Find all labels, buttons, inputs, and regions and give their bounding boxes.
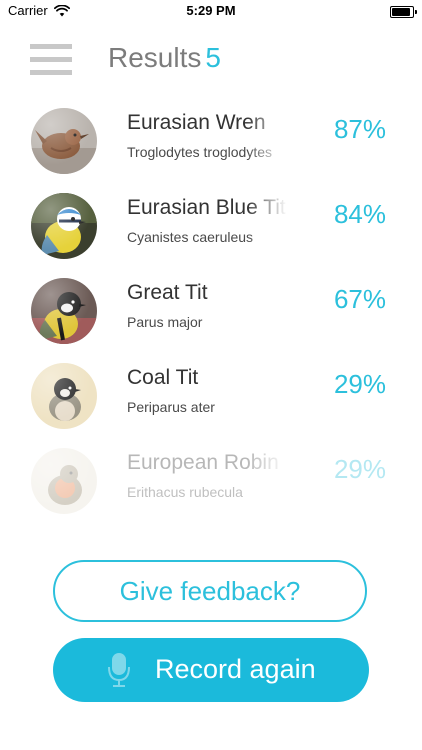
result-row-eurasian-wren[interactable]: Eurasian Wren Troglodytes troglodytes 87… bbox=[0, 100, 422, 180]
result-names: Great Tit Parus major bbox=[127, 280, 287, 330]
confidence-percent: 67% bbox=[333, 284, 386, 314]
result-row-coal-tit[interactable]: Coal Tit Periparus ater 29% bbox=[0, 355, 422, 435]
confidence-percent: 87% bbox=[333, 114, 386, 144]
result-names: European Robin Erithacus rubecula bbox=[127, 450, 287, 500]
status-bar: Carrier 5:29 PM bbox=[0, 0, 422, 22]
result-row-european-robin[interactable]: European Robin Erithacus rubecula 29% bbox=[0, 440, 422, 520]
title-label: Results bbox=[108, 42, 202, 73]
clock: 5:29 PM bbox=[186, 3, 236, 18]
result-count: 5 bbox=[205, 42, 221, 73]
bird-photo-robin bbox=[31, 448, 97, 514]
result-row-eurasian-blue-tit[interactable]: Eurasian Blue Tit Cyanistes caeruleus 84… bbox=[0, 185, 422, 265]
page-title: Results 5 bbox=[108, 42, 221, 74]
bird-photo-great-tit bbox=[31, 278, 97, 344]
battery-icon bbox=[390, 6, 417, 18]
record-again-label: Record again bbox=[155, 654, 316, 684]
result-names: Coal Tit Periparus ater bbox=[127, 365, 287, 415]
microphone-icon bbox=[108, 652, 130, 695]
result-names: Eurasian Blue Tit Cyanistes caeruleus bbox=[127, 195, 287, 245]
result-names: Eurasian Wren Troglodytes troglodytes bbox=[127, 110, 287, 160]
bird-photo-wren bbox=[31, 108, 97, 174]
result-row-great-tit[interactable]: Great Tit Parus major 67% bbox=[0, 270, 422, 350]
bird-photo-coal-tit bbox=[31, 363, 97, 429]
menu-button[interactable] bbox=[30, 42, 72, 78]
give-feedback-button[interactable]: Give feedback? bbox=[53, 560, 367, 622]
confidence-percent: 29% bbox=[333, 454, 386, 484]
bird-photo-blue-tit bbox=[31, 193, 97, 259]
results-list: Eurasian Wren Troglodytes troglodytes 87… bbox=[0, 100, 422, 600]
record-again-button[interactable]: Record again bbox=[53, 638, 369, 702]
confidence-percent: 29% bbox=[333, 369, 386, 399]
confidence-percent: 84% bbox=[333, 199, 386, 229]
